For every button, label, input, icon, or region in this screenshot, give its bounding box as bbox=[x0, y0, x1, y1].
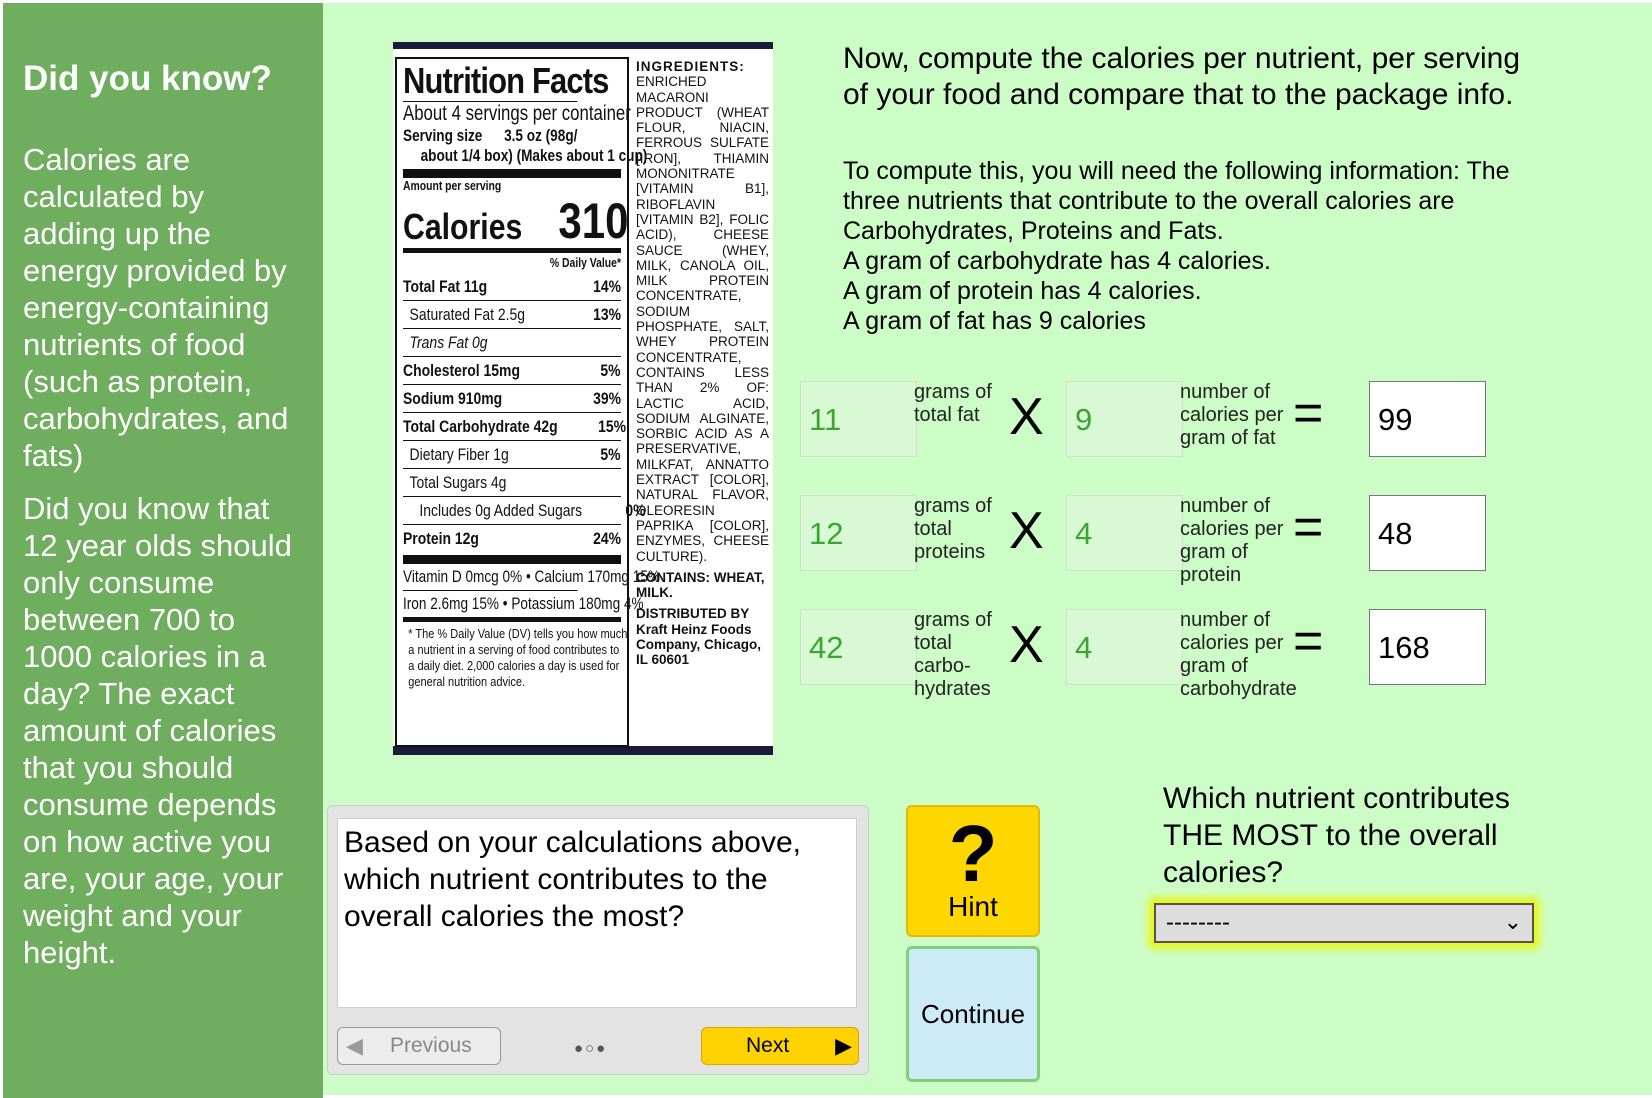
nutrient-name: Saturated Fat 2.5g bbox=[409, 305, 526, 324]
nutrient-row: Total Fat 11g 14% bbox=[403, 273, 621, 300]
nutrient-daily-value: 14% bbox=[593, 277, 621, 296]
info-line: To compute this, you will need the follo… bbox=[843, 157, 1510, 185]
main-area: Nutrition Facts About 4 servings per con… bbox=[323, 3, 1652, 1095]
nutrient-name: Cholesterol 15mg bbox=[403, 361, 520, 380]
multiply-sign: X bbox=[1009, 502, 1044, 560]
nutrient-name: Includes 0g Added Sugars bbox=[419, 501, 583, 520]
nutrient-daily-value: 13% bbox=[593, 305, 621, 324]
ingredients-title: INGREDIENTS: bbox=[636, 59, 745, 74]
grams-protein-label: grams of total proteins bbox=[914, 495, 992, 563]
info-line: three nutrients that contribute to the o… bbox=[843, 187, 1455, 215]
distributed-by-text: DISTRIBUTED BY Kraft Heinz Foods Company… bbox=[636, 606, 762, 668]
question-text: Based on your calculations above, which … bbox=[337, 818, 857, 1008]
info-line: Carbohydrates, Proteins and Fats. bbox=[843, 217, 1224, 245]
info-line: A gram of protein has 4 calories. bbox=[843, 277, 1202, 305]
multiply-sign: X bbox=[1009, 616, 1044, 674]
calories-per-gram-carbohydrate-label: number of calories per gram of carbohydr… bbox=[1180, 609, 1297, 700]
nutrient-select[interactable]: -------- ⌄ bbox=[1154, 903, 1534, 943]
nutrient-rows: Total Fat 11g 14% Saturated Fat 2.5g 13% Tra… bbox=[403, 273, 646, 552]
nutrient-daily-value: 39% bbox=[593, 389, 621, 408]
nutrient-row: Trans Fat 0g bbox=[403, 328, 621, 356]
calories-row: Calories 310 bbox=[403, 194, 629, 248]
hint-button[interactable]: ? Hint bbox=[906, 805, 1040, 937]
select-value: -------- bbox=[1166, 909, 1230, 936]
instructions-info: To compute this, you will need the follo… bbox=[843, 156, 1543, 336]
equals-sign: = bbox=[1293, 498, 1324, 556]
nutrient-row: Total Carbohydrate 42g 15% bbox=[403, 412, 626, 440]
right-arrow-icon: ▶ bbox=[835, 1033, 852, 1058]
calories-value: 310 bbox=[558, 193, 629, 249]
nutrition-facts-panel: Nutrition Facts About 4 servings per con… bbox=[395, 57, 660, 747]
ingredients-panel: INGREDIENTS: ENRICHED MACARONI PRODUCT (… bbox=[636, 59, 769, 668]
nutrient-daily-value: 5% bbox=[600, 445, 621, 464]
contains-text: CONTAINS: WHEAT, MILK. bbox=[636, 569, 765, 601]
nutrient-daily-value: 15% bbox=[597, 417, 626, 436]
continue-button[interactable]: Continue bbox=[906, 946, 1040, 1082]
nutrient-name: Total Fat 11g bbox=[403, 277, 488, 296]
nutrient-daily-value: 24% bbox=[593, 529, 621, 548]
calories-per-gram-fat-field[interactable]: 9 bbox=[1066, 381, 1183, 457]
ingredients-text: ENRICHED MACARONI PRODUCT (WHEAT FLOUR, … bbox=[636, 74, 769, 564]
next-button[interactable]: Next ▶ bbox=[701, 1027, 859, 1065]
sidebar-paragraph-calories: Calories are calculated by adding up the… bbox=[23, 142, 289, 473]
fat-calories-result[interactable]: 99 bbox=[1369, 381, 1486, 457]
nutrient-row: Sodium 910mg 39% bbox=[403, 384, 621, 412]
left-arrow-icon: ◀ bbox=[346, 1033, 363, 1058]
previous-label: Previous bbox=[390, 1034, 472, 1057]
nutrient-row: Saturated Fat 2.5g 13% bbox=[403, 300, 621, 328]
nutrient-name: Total Sugars 4g bbox=[409, 473, 507, 492]
instructions-heading: Now, compute the calories per nutrient, … bbox=[843, 42, 1521, 111]
grams-carbohydrate-field[interactable]: 42 bbox=[800, 609, 917, 685]
nutrient-name: Dietary Fiber 1g bbox=[409, 445, 509, 464]
chevron-down-icon: ⌄ bbox=[1503, 909, 1522, 934]
nutrient-name: Trans Fat 0g bbox=[409, 333, 488, 352]
did-you-know-sidebar: Did you know? Calories are calculated by… bbox=[3, 3, 323, 1098]
nutrition-label-image: Nutrition Facts About 4 servings per con… bbox=[393, 42, 773, 755]
nutrition-facts-title: Nutrition Facts bbox=[403, 60, 609, 101]
amount-per-serving: Amount per serving bbox=[403, 178, 502, 193]
calories-label: Calories bbox=[403, 206, 523, 247]
carbohydrate-calories-result[interactable]: 168 bbox=[1369, 609, 1486, 685]
nutrient-row: Dietary Fiber 1g 5% bbox=[403, 440, 621, 468]
nutrient-name: Sodium 910mg bbox=[403, 389, 503, 408]
grams-protein-field[interactable]: 12 bbox=[800, 495, 917, 571]
serving-size-note: about 1/4 box) (Makes about 1 cup) bbox=[420, 146, 648, 165]
grams-carbohydrate-label: grams of total carbo-hydrates bbox=[914, 609, 992, 700]
grams-fat-field[interactable]: 11 bbox=[800, 381, 917, 457]
equals-sign: = bbox=[1293, 384, 1324, 442]
hint-label: Hint bbox=[948, 891, 998, 922]
next-label: Next bbox=[746, 1034, 790, 1057]
serving-size-value: 3.5 oz (98g/ bbox=[504, 126, 578, 145]
info-line: A gram of fat has 9 calories bbox=[843, 307, 1146, 335]
nutrient-row: Total Sugars 4g bbox=[403, 468, 621, 496]
question-panel: Based on your calculations above, which … bbox=[327, 805, 869, 1075]
question-mark-icon: ? bbox=[948, 809, 998, 898]
calories-per-gram-carbohydrate-field[interactable]: 4 bbox=[1066, 609, 1183, 685]
vitamins-line-1: Vitamin D 0mcg 0% • Calcium 170mg 15% bbox=[403, 567, 660, 586]
protein-calories-result[interactable]: 48 bbox=[1369, 495, 1486, 571]
nutrient-question: Which nutrient contributes THE MOST to t… bbox=[1163, 782, 1510, 889]
nutrient-name: Total Carbohydrate 42g bbox=[403, 417, 558, 436]
previous-button[interactable]: ◀ Previous bbox=[337, 1027, 501, 1065]
servings-per-container: About 4 servings per container bbox=[403, 101, 631, 125]
nutrient-row: Cholesterol 15mg 5% bbox=[403, 356, 621, 384]
page-dots: ●○● bbox=[574, 1040, 608, 1057]
daily-value-footnote: * The % Daily Value (DV) tells you how m… bbox=[408, 627, 628, 689]
multiply-sign: X bbox=[1009, 388, 1044, 446]
equals-sign: = bbox=[1293, 612, 1324, 670]
calories-per-gram-protein-label: number of calories per gram of protein bbox=[1180, 495, 1284, 586]
nutrient-name: Protein 12g bbox=[403, 529, 479, 548]
nutrient-row: Protein 12g 24% bbox=[403, 524, 621, 552]
nutrient-row: Includes 0g Added Sugars 0% bbox=[403, 496, 646, 524]
vitamins-line-2: Iron 2.6mg 15% • Potassium 180mg 4% bbox=[403, 590, 644, 617]
info-line: A gram of carbohydrate has 4 calories. bbox=[843, 247, 1272, 275]
daily-value-header: % Daily Value* bbox=[549, 255, 621, 270]
calories-per-gram-fat-label: number of calories per gram of fat bbox=[1180, 381, 1284, 449]
nutrient-daily-value: 5% bbox=[600, 361, 621, 380]
sidebar-title: Did you know? bbox=[23, 59, 272, 98]
sidebar-paragraph-age: Did you know that 12 year olds should on… bbox=[23, 491, 292, 970]
serving-size-label: Serving size bbox=[403, 126, 483, 145]
calories-per-gram-protein-field[interactable]: 4 bbox=[1066, 495, 1183, 571]
